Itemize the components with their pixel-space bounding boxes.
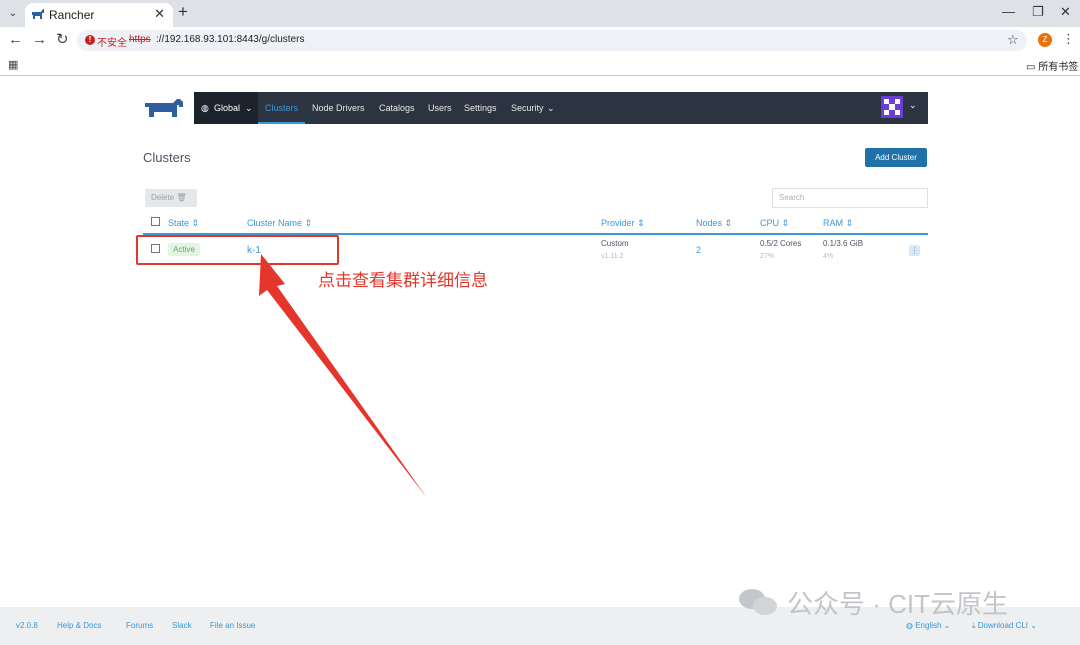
global-scope-selector[interactable]: ◍ Global ⌄	[194, 92, 258, 124]
language-label: English	[915, 621, 942, 630]
header-nodes[interactable]: Nodes ⇕	[696, 218, 732, 229]
footer-version[interactable]: v2.0.8	[16, 621, 38, 630]
add-cluster-button[interactable]: Add Cluster	[865, 148, 927, 167]
header-ram[interactable]: RAM ⇕	[823, 218, 853, 229]
back-icon[interactable]: ←	[8, 31, 23, 49]
header-state[interactable]: State ⇕	[168, 218, 199, 229]
provider-version: v1.11.2	[601, 253, 624, 260]
download-cli-label: Download CLI	[977, 621, 1029, 630]
footer-help-docs[interactable]: Help & Docs	[57, 621, 101, 630]
browser-menu-icon[interactable]: ⋮	[1062, 31, 1075, 47]
provider-name: Custom	[601, 239, 629, 248]
new-tab-icon[interactable]: +	[178, 3, 188, 21]
download-cli[interactable]: ⤓ Download CLI ⌄	[972, 621, 1037, 631]
chevron-down-icon: ⌄	[245, 103, 253, 113]
header-cluster-name[interactable]: Cluster Name ⇕	[247, 218, 312, 229]
language-selector[interactable]: ◍ English ⌄	[906, 621, 950, 630]
global-label: Global	[214, 103, 241, 113]
header-provider-label: Provider	[601, 218, 635, 228]
page-title: Clusters	[143, 150, 191, 165]
annotation-text: 点击查看集群详细信息	[318, 271, 488, 290]
tab-search-icon[interactable]: ⌄	[5, 6, 21, 22]
tab-title: Rancher	[49, 8, 95, 22]
header-provider[interactable]: Provider ⇕	[601, 218, 645, 229]
nav-settings[interactable]: Settings	[464, 92, 497, 124]
rancher-favicon-icon	[32, 9, 44, 19]
footer-forums[interactable]: Forums	[126, 621, 153, 630]
nav-security[interactable]: Security	[511, 92, 544, 124]
nodes-count-link[interactable]: 2	[696, 245, 701, 255]
bookmarks-bar: ▦ ▭ 所有书签	[0, 54, 1080, 76]
browser-tabstrip: ⌄ Rancher ✕ + — ❐ ✕	[0, 0, 1080, 27]
footer-slack[interactable]: Slack	[172, 621, 192, 630]
browser-tab[interactable]: Rancher ✕	[25, 3, 173, 27]
wechat-watermark-icon	[739, 589, 777, 615]
nav-catalogs[interactable]: Catalogs	[379, 92, 415, 124]
header-ram-label: RAM	[823, 218, 843, 228]
ram-percent: 4%	[823, 253, 834, 260]
footer-file-issue[interactable]: File an Issue	[210, 621, 255, 630]
url-text: ://192.168.93.101:8443/g/clusters	[156, 34, 305, 45]
header-cpu-label: CPU	[760, 218, 780, 228]
identicon-icon	[881, 96, 903, 118]
search-input[interactable]: Search	[772, 188, 928, 208]
watermark-text: 公众号 · CIT云原生	[787, 589, 1008, 619]
security-label: 不安全	[97, 38, 127, 49]
bookmark-star-icon[interactable]: ☆	[1007, 32, 1019, 48]
delete-label: Delete	[151, 193, 175, 202]
all-bookmarks[interactable]: ▭ 所有书签	[1026, 58, 1078, 73]
window-close-icon[interactable]: ✕	[1060, 4, 1071, 20]
nav-node-drivers[interactable]: Node Drivers	[312, 92, 365, 124]
minimize-icon[interactable]: —	[1002, 4, 1015, 19]
url-scheme: https	[129, 34, 151, 45]
nav-active-indicator	[258, 122, 305, 124]
row-actions-menu-icon[interactable]: ⋮	[909, 245, 920, 256]
forward-icon[interactable]: →	[32, 31, 47, 49]
nav-users[interactable]: Users	[428, 92, 452, 124]
apps-grid-icon[interactable]: ▦	[8, 58, 18, 71]
globe-icon: ◍	[201, 103, 209, 113]
profile-avatar[interactable]: Z	[1038, 33, 1052, 47]
security-chevron-icon[interactable]: ⌄	[547, 92, 555, 124]
top-nav: ◍ Global ⌄ Clusters Node Drivers Catalog…	[194, 92, 928, 124]
cpu-percent: 27%	[760, 253, 775, 260]
restore-icon[interactable]: ❐	[1032, 4, 1044, 20]
delete-button[interactable]: Delete 🗑	[145, 189, 197, 207]
select-all-checkbox[interactable]	[151, 217, 160, 226]
cpu-usage: 0.5/2 Cores	[760, 239, 802, 248]
ram-usage: 0.1/3.6 GiB	[823, 239, 864, 248]
nav-clusters[interactable]: Clusters	[265, 92, 298, 124]
address-bar[interactable]: ! 不安全 https ://192.168.93.101:8443/g/clu…	[77, 30, 1027, 51]
trash-icon: 🗑	[176, 193, 187, 202]
header-cluster-name-label: Cluster Name	[247, 218, 303, 228]
tab-close-icon[interactable]: ✕	[154, 6, 165, 22]
header-cpu[interactable]: CPU ⇕	[760, 218, 789, 229]
user-menu-chevron-icon[interactable]: ⌄	[909, 100, 917, 111]
header-state-label: State	[168, 218, 190, 228]
all-bookmarks-label: 所有书签	[1038, 62, 1079, 73]
not-secure-icon: !	[85, 35, 95, 45]
user-avatar[interactable]	[881, 96, 903, 118]
browser-toolbar: ← → ↻ ! 不安全 https ://192.168.93.101:8443…	[0, 27, 1080, 54]
reload-icon[interactable]: ↻	[56, 31, 69, 49]
rancher-logo-icon[interactable]	[143, 99, 187, 119]
header-nodes-label: Nodes	[696, 218, 723, 228]
